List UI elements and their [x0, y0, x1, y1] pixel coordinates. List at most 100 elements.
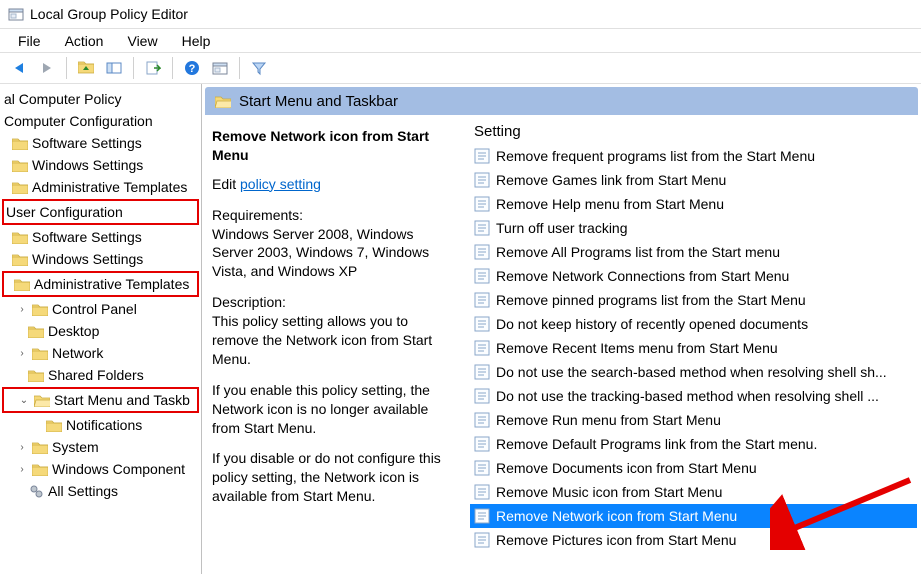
expand-icon[interactable]: ›: [16, 304, 28, 315]
folder-open-icon: [34, 394, 50, 407]
show-hide-tree-button[interactable]: [101, 56, 127, 80]
edit-policy-link[interactable]: policy setting: [240, 176, 321, 192]
list-item[interactable]: Remove Documents icon from Start Menu: [470, 456, 917, 480]
workspace: al Computer Policy Computer Configuratio…: [0, 84, 921, 574]
folder-icon: [12, 137, 28, 150]
list-item[interactable]: Turn off user tracking: [470, 216, 917, 240]
properties-button[interactable]: [207, 56, 233, 80]
policy-icon: [474, 484, 490, 500]
tree-start-menu[interactable]: ⌄Start Menu and Taskb: [4, 389, 197, 411]
svg-text:?: ?: [189, 63, 196, 75]
policy-icon: [474, 436, 490, 452]
list-item-label: Turn off user tracking: [496, 220, 628, 236]
funnel-icon: [251, 60, 267, 76]
list-item[interactable]: Remove Help menu from Start Menu: [470, 192, 917, 216]
policy-icon: [474, 172, 490, 188]
folder-icon: [32, 441, 48, 454]
folder-icon: [32, 347, 48, 360]
arrow-left-icon: [11, 60, 27, 76]
tree-computer-config[interactable]: Computer Configuration: [2, 110, 199, 132]
policy-icon: [474, 340, 490, 356]
folder-icon: [14, 278, 30, 291]
highlight-user-config: User Configuration: [2, 199, 199, 225]
menu-view[interactable]: View: [117, 31, 167, 51]
list-item[interactable]: Remove Run menu from Start Menu: [470, 408, 917, 432]
description-column: Remove Network icon from Start Menu Edit…: [206, 121, 466, 568]
up-button[interactable]: [73, 56, 99, 80]
folder-open-icon: [215, 95, 231, 108]
list-item[interactable]: Remove Games link from Start Menu: [470, 168, 917, 192]
back-button[interactable]: [6, 56, 32, 80]
tree-item[interactable]: Administrative Templates: [2, 176, 199, 198]
list-item-label: Remove Network Connections from Start Me…: [496, 268, 789, 284]
list-item-label: Remove pinned programs list from the Sta…: [496, 292, 806, 308]
folder-icon: [28, 369, 44, 382]
export-button[interactable]: [140, 56, 166, 80]
tree-item[interactable]: Windows Settings: [2, 248, 199, 270]
tree-item[interactable]: ›Control Panel: [2, 298, 199, 320]
policy-icon: [474, 388, 490, 404]
column-header-setting[interactable]: Setting: [470, 121, 917, 144]
settings-list[interactable]: Setting Remove frequent programs list fr…: [470, 121, 917, 568]
list-item-label: Do not keep history of recently opened d…: [496, 316, 808, 332]
help-button[interactable]: ?: [179, 56, 205, 80]
tree-item[interactable]: Notifications: [2, 414, 199, 436]
tree-item[interactable]: Desktop: [2, 320, 199, 342]
filter-button[interactable]: [246, 56, 272, 80]
list-item-label: Do not use the search-based method when …: [496, 364, 887, 380]
folder-icon: [12, 159, 28, 172]
tree-item[interactable]: ›System: [2, 436, 199, 458]
tree-root[interactable]: al Computer Policy: [2, 88, 199, 110]
list-item[interactable]: Remove Default Programs link from the St…: [470, 432, 917, 456]
tree-user-config[interactable]: User Configuration: [4, 201, 197, 223]
list-item[interactable]: Remove frequent programs list from the S…: [470, 144, 917, 168]
gears-icon: [28, 483, 44, 499]
expand-icon[interactable]: ›: [16, 442, 28, 453]
window-title: Local Group Policy Editor: [30, 6, 188, 22]
menu-help[interactable]: Help: [172, 31, 221, 51]
forward-button[interactable]: [34, 56, 60, 80]
policy-icon: [474, 532, 490, 548]
expand-icon[interactable]: ›: [16, 464, 28, 475]
list-item-label: Remove Run menu from Start Menu: [496, 412, 721, 428]
expand-icon[interactable]: ›: [16, 348, 28, 359]
list-item-label: Remove Network icon from Start Menu: [496, 508, 737, 524]
detail-pane: Start Menu and Taskbar Remove Network ic…: [202, 84, 921, 574]
tree-all-settings[interactable]: All Settings: [2, 480, 199, 502]
export-icon: [145, 60, 161, 76]
help-icon: ?: [184, 60, 200, 76]
list-item[interactable]: Do not use the tracking-based method whe…: [470, 384, 917, 408]
policy-name: Remove Network icon from Start Menu: [212, 127, 458, 165]
tree-item[interactable]: Windows Settings: [2, 154, 199, 176]
description-para3: If you disable or do not configure this …: [212, 449, 458, 506]
folder-icon: [46, 419, 62, 432]
tree-item[interactable]: Shared Folders: [2, 364, 199, 386]
toolbar: ?: [0, 52, 921, 84]
list-item[interactable]: Remove Music icon from Start Menu: [470, 480, 917, 504]
folder-up-icon: [78, 60, 94, 76]
tree-item[interactable]: ›Windows Component: [2, 458, 199, 480]
tree-admin-templates[interactable]: Administrative Templates: [4, 273, 197, 295]
list-item[interactable]: Remove Recent Items menu from Start Menu: [470, 336, 917, 360]
list-item-label: Remove Documents icon from Start Menu: [496, 460, 757, 476]
tree-item[interactable]: Software Settings: [2, 226, 199, 248]
policy-icon: [474, 292, 490, 308]
tree-item[interactable]: ›Network: [2, 342, 199, 364]
list-item[interactable]: Remove Pictures icon from Start Menu: [470, 528, 917, 552]
tree-item[interactable]: Software Settings: [2, 132, 199, 154]
menu-file[interactable]: File: [8, 31, 51, 51]
list-item[interactable]: Remove All Programs list from the Start …: [470, 240, 917, 264]
menu-action[interactable]: Action: [55, 31, 114, 51]
list-item[interactable]: Remove pinned programs list from the Sta…: [470, 288, 917, 312]
list-item[interactable]: Remove Network icon from Start Menu: [470, 504, 917, 528]
list-item[interactable]: Remove Network Connections from Start Me…: [470, 264, 917, 288]
collapse-icon[interactable]: ⌄: [18, 395, 30, 406]
app-icon: [8, 6, 24, 22]
list-item[interactable]: Do not keep history of recently opened d…: [470, 312, 917, 336]
tree-pane[interactable]: al Computer Policy Computer Configuratio…: [0, 84, 202, 574]
list-item-label: Remove Help menu from Start Menu: [496, 196, 724, 212]
description-text: Description:This policy setting allows y…: [212, 293, 458, 369]
toolbar-separator: [66, 57, 67, 79]
policy-icon: [474, 508, 490, 524]
list-item[interactable]: Do not use the search-based method when …: [470, 360, 917, 384]
